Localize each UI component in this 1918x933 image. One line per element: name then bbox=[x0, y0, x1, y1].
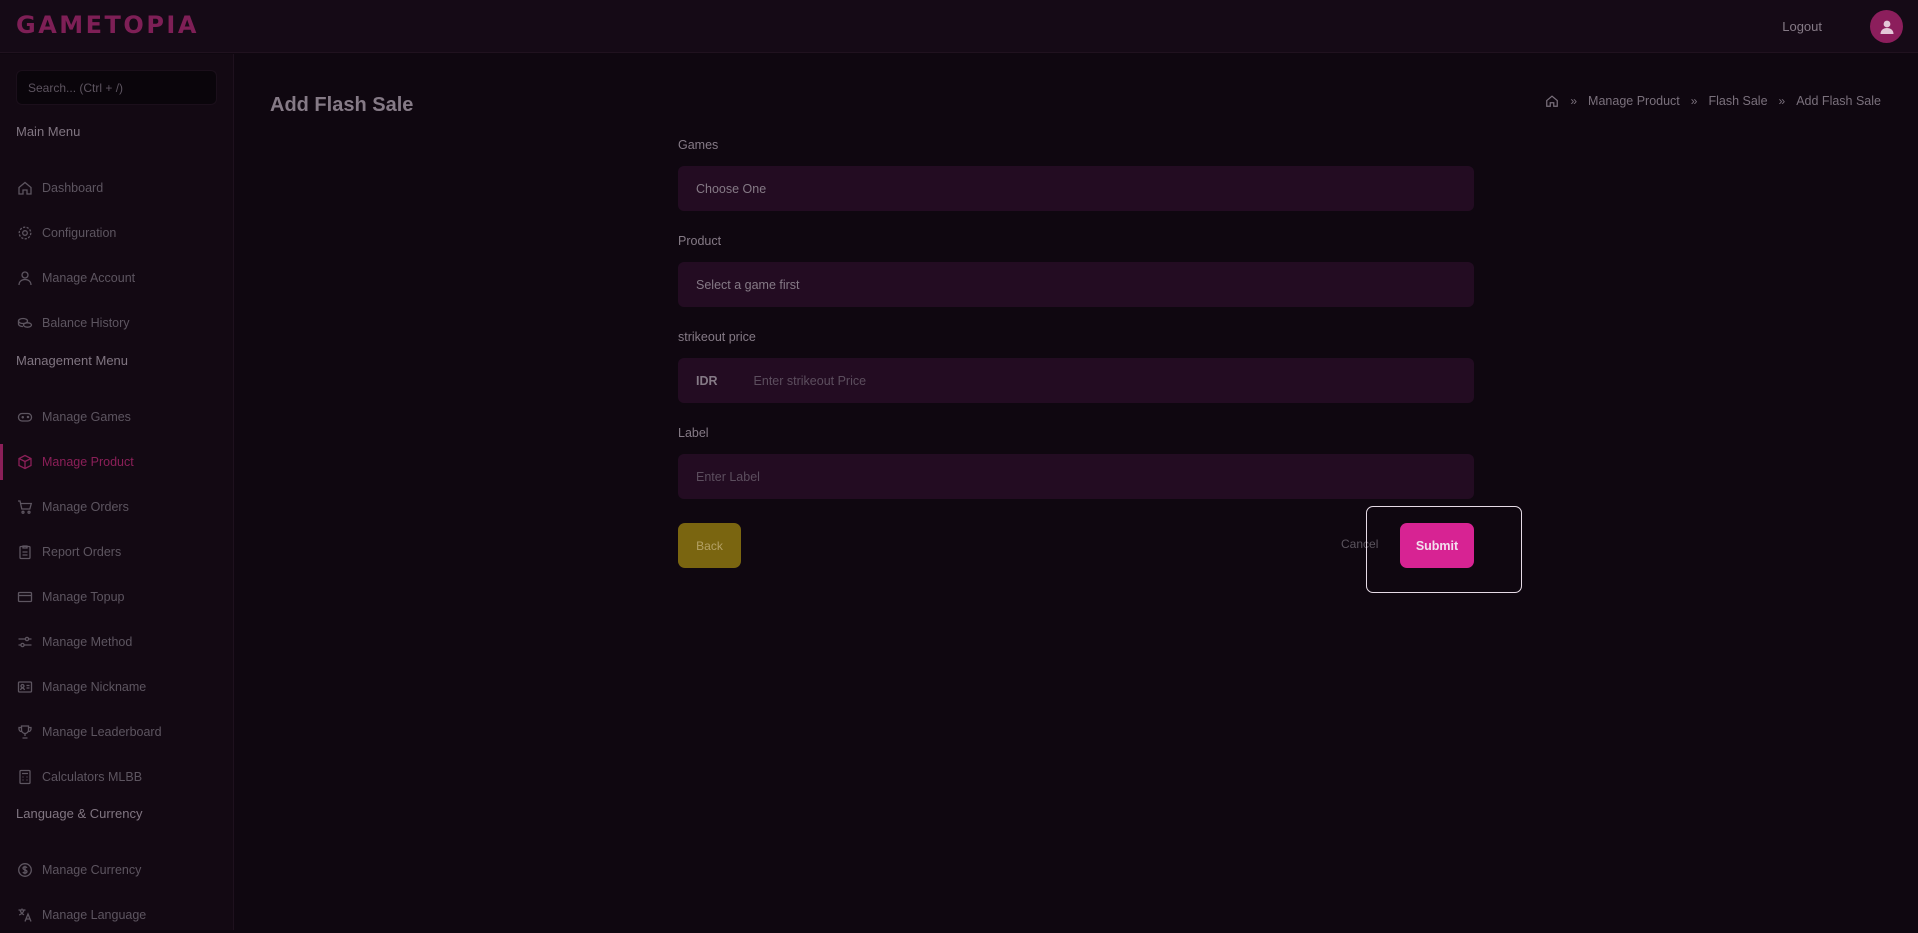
games-select-value: Choose One bbox=[696, 181, 767, 196]
trophy-icon bbox=[17, 724, 33, 740]
box-icon bbox=[17, 454, 33, 470]
sliders-icon bbox=[17, 634, 33, 650]
product-select[interactable]: Select a game first bbox=[678, 262, 1474, 307]
card-icon bbox=[17, 589, 33, 605]
sidebar-item-manage-language[interactable]: Manage Language bbox=[0, 897, 233, 933]
sidebar-item-label: Manage Leaderboard bbox=[42, 725, 162, 739]
gamepad-icon bbox=[17, 409, 33, 425]
logout-link[interactable]: Logout bbox=[1782, 19, 1822, 34]
user-icon bbox=[17, 270, 33, 286]
coins-icon bbox=[17, 315, 33, 331]
user-avatar-icon bbox=[1880, 20, 1893, 34]
breadcrumb-separator-icon: » bbox=[1690, 94, 1698, 108]
cart-icon bbox=[17, 499, 33, 515]
home-icon[interactable] bbox=[1545, 94, 1559, 108]
search-input[interactable] bbox=[16, 70, 217, 105]
sidebar-item-label: Manage Product bbox=[42, 455, 134, 469]
dollar-icon bbox=[17, 862, 33, 878]
sidebar-item-label: Report Orders bbox=[42, 545, 122, 559]
sidebar-item-label: Manage Currency bbox=[42, 863, 142, 877]
sidebar-item-label: Manage Orders bbox=[42, 500, 129, 514]
currency-prefix: IDR bbox=[696, 373, 718, 388]
sidebar-item-label: Manage Method bbox=[42, 635, 133, 649]
label-field-label: Label bbox=[678, 426, 709, 440]
strikeout-price-field[interactable]: IDR Enter strikeout Price bbox=[678, 358, 1474, 403]
breadcrumb-item-flash-sale[interactable]: Flash Sale bbox=[1708, 94, 1767, 108]
sidebar-item-label: Configuration bbox=[42, 226, 117, 240]
sidebar-item-manage-games[interactable]: Manage Games bbox=[0, 399, 233, 435]
id-card-icon bbox=[17, 679, 33, 695]
sidebar-item-configuration[interactable]: Configuration bbox=[0, 215, 233, 251]
app-logo[interactable]: GAMETOPIA bbox=[16, 11, 199, 39]
sidebar-item-report-orders[interactable]: Report Orders bbox=[0, 534, 233, 570]
section-title-language-currency: Language & Currency bbox=[16, 806, 143, 821]
gear-icon bbox=[17, 225, 33, 241]
product-label: Product bbox=[678, 234, 722, 248]
focus-highlight bbox=[1366, 506, 1522, 593]
breadcrumb: » Manage Product » Flash Sale » Add Flas… bbox=[1545, 94, 1881, 108]
section-title-management-menu: Management Menu bbox=[16, 353, 129, 368]
clipboard-icon bbox=[17, 544, 33, 560]
strikeout-price-label: strikeout price bbox=[678, 330, 756, 344]
breadcrumb-separator-icon: » bbox=[1778, 94, 1786, 108]
breadcrumb-separator-icon: » bbox=[1570, 94, 1578, 108]
sidebar-item-manage-account[interactable]: Manage Account bbox=[0, 260, 233, 296]
back-button[interactable]: Back bbox=[678, 523, 741, 568]
label-input[interactable]: Enter Label bbox=[678, 454, 1474, 499]
sidebar-item-label: Balance History bbox=[42, 316, 130, 330]
flash-sale-form: Games Choose One Product Select a game f… bbox=[678, 138, 1474, 522]
games-label: Games bbox=[678, 138, 719, 152]
games-select[interactable]: Choose One bbox=[678, 166, 1474, 211]
sidebar-item-calculators-mlbb[interactable]: Calculators MLBB bbox=[0, 759, 233, 795]
sidebar-item-manage-currency[interactable]: Manage Currency bbox=[0, 852, 233, 888]
sidebar-item-manage-orders[interactable]: Manage Orders bbox=[0, 489, 233, 525]
sidebar-item-manage-topup[interactable]: Manage Topup bbox=[0, 579, 233, 615]
sidebar-item-manage-leaderboard[interactable]: Manage Leaderboard bbox=[0, 714, 233, 750]
home-icon bbox=[17, 180, 33, 196]
page-title: Add Flash Sale bbox=[270, 94, 414, 116]
sidebar-item-manage-product[interactable]: Manage Product bbox=[0, 444, 233, 480]
sidebar-item-label: Manage Games bbox=[42, 410, 131, 424]
product-select-value: Select a game first bbox=[696, 277, 800, 292]
sidebar-item-manage-nickname[interactable]: Manage Nickname bbox=[0, 669, 233, 705]
sidebar-item-label: Manage Account bbox=[42, 271, 136, 285]
strikeout-price-input[interactable]: Enter strikeout Price bbox=[754, 374, 867, 388]
sidebar-item-balance-history[interactable]: Balance History bbox=[0, 305, 233, 341]
calculator-icon bbox=[17, 769, 33, 785]
avatar[interactable] bbox=[1870, 10, 1903, 43]
sidebar-item-manage-method[interactable]: Manage Method bbox=[0, 624, 233, 660]
translate-icon bbox=[17, 907, 33, 923]
top-bar: GAMETOPIA Logout bbox=[0, 0, 1918, 53]
breadcrumb-item-current: Add Flash Sale bbox=[1796, 94, 1881, 108]
sidebar-item-label: Manage Language bbox=[42, 908, 147, 922]
sidebar: Main Menu Dashboard Configuration Manage… bbox=[0, 54, 234, 930]
sidebar-item-label: Calculators MLBB bbox=[42, 770, 143, 784]
section-title-main-menu: Main Menu bbox=[16, 124, 81, 139]
breadcrumb-item-manage-product[interactable]: Manage Product bbox=[1588, 94, 1680, 108]
sidebar-item-label: Manage Topup bbox=[42, 590, 125, 604]
label-input-placeholder: Enter Label bbox=[696, 469, 760, 484]
sidebar-item-label: Manage Nickname bbox=[42, 680, 147, 694]
sidebar-item-dashboard[interactable]: Dashboard bbox=[0, 170, 233, 206]
sidebar-item-label: Dashboard bbox=[42, 181, 104, 195]
